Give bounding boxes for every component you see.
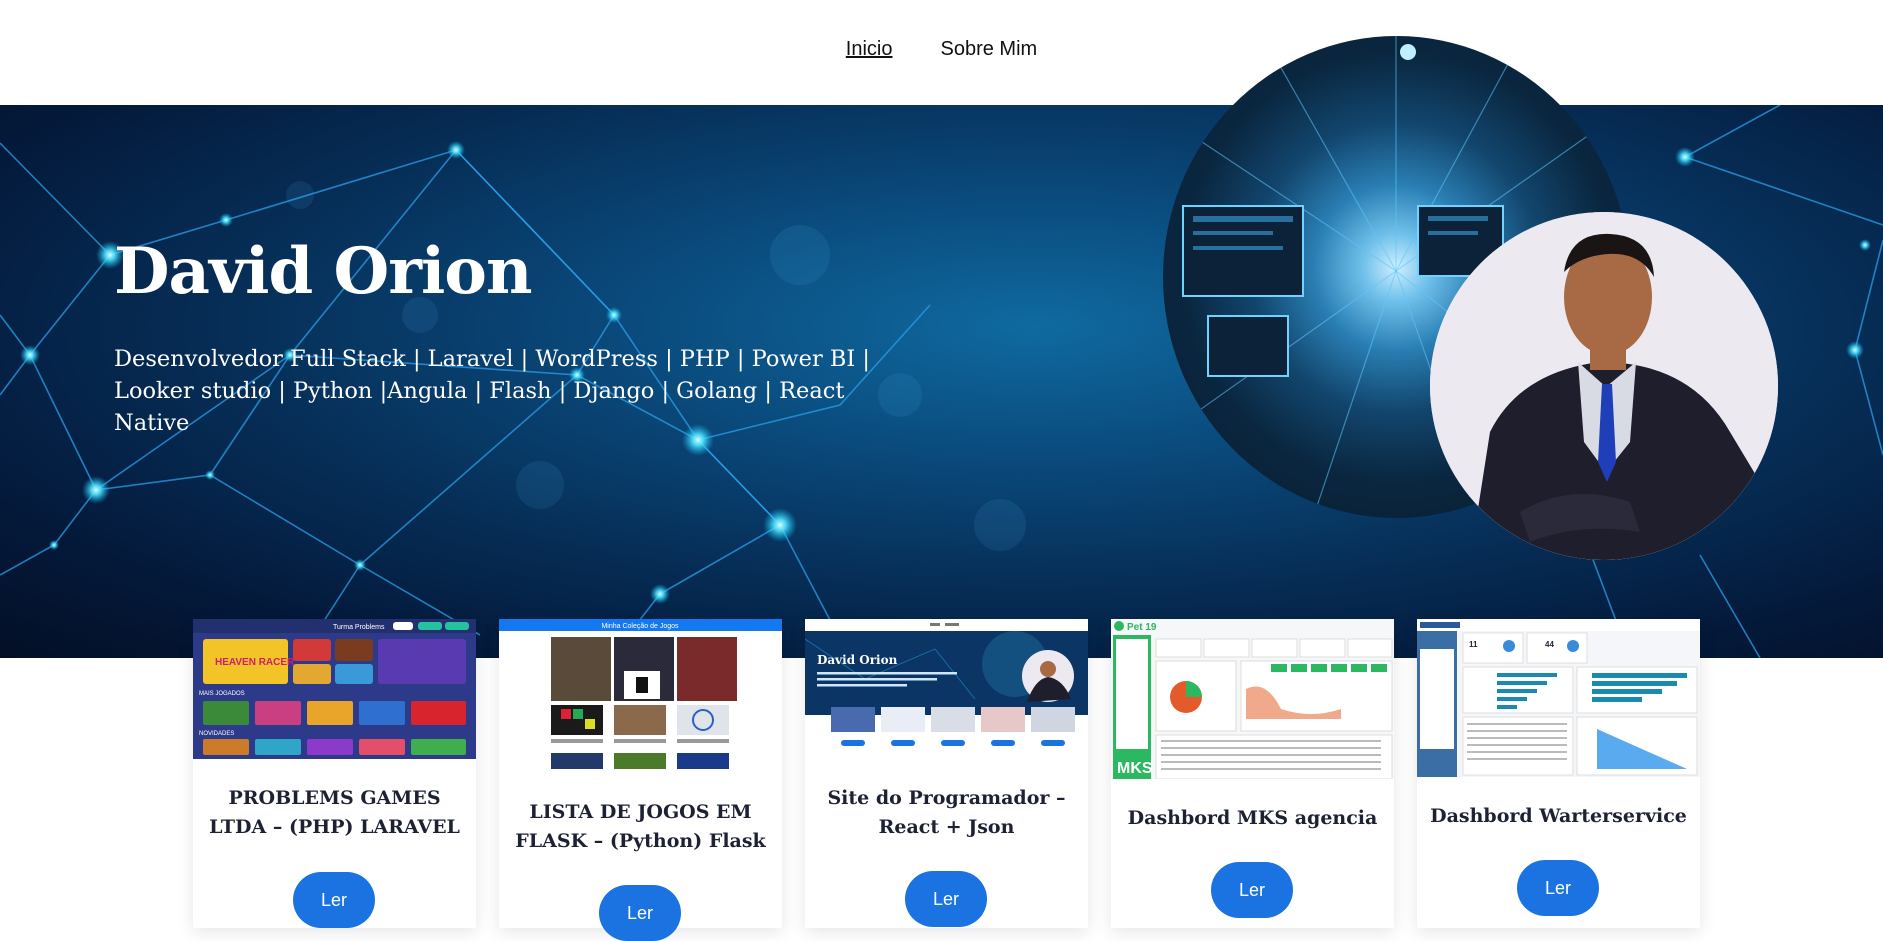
- thumb-kpi: 11: [1469, 640, 1478, 649]
- waterservice-dashboard-screenshot: 11 44: [1417, 619, 1700, 777]
- thumb-title: David Orion: [817, 653, 898, 667]
- thumb-section-label: NOVIDADES: [199, 731, 234, 737]
- top-nav: Inicio Sobre Mim: [0, 0, 1883, 105]
- thumb-kpi: 44: [1545, 640, 1554, 649]
- portfolio-card: 11 44 Dashbord Warterservice Ler: [1417, 619, 1700, 928]
- portfolio-card: Minha Coleção de Jogos LISTA DE JOGOS EM: [499, 619, 782, 941]
- thumb-header: Minha Coleção de Jogos: [601, 623, 679, 630]
- profile-photo: [1430, 212, 1778, 560]
- card-thumbnail[interactable]: Minha Coleção de Jogos: [499, 619, 782, 769]
- thumb-logo: Pet 19: [1127, 622, 1157, 633]
- read-button[interactable]: Ler: [905, 871, 987, 927]
- hero-title: David Orion: [114, 234, 532, 309]
- person-illustration: [1430, 212, 1778, 560]
- card-thumbnail[interactable]: 11 44: [1417, 619, 1700, 777]
- thumb-logo: Turma Problems: [333, 624, 385, 631]
- portfolio-card: David Orion Site do Programador – React …: [805, 619, 1088, 928]
- read-button[interactable]: Ler: [293, 872, 375, 928]
- card-title[interactable]: Site do Programador – React + Json: [813, 784, 1080, 842]
- thumb-banner: HEAVEN RACER: [215, 657, 295, 668]
- card-title[interactable]: Dashbord MKS agencia: [1119, 804, 1386, 833]
- card-thumbnail[interactable]: David Orion: [805, 619, 1088, 749]
- thumb-section-label: MAIS JOGADOS: [199, 691, 245, 697]
- card-title[interactable]: LISTA DE JOGOS EM FLASK – (Python) Flask: [507, 798, 774, 856]
- read-button[interactable]: Ler: [1211, 862, 1293, 918]
- nav-link-inicio[interactable]: Inicio: [846, 38, 893, 61]
- portfolio-cards: Turma Problems HEAVEN RACER MAIS JOGADOS…: [0, 619, 1883, 941]
- developer-site-screenshot: David Orion: [805, 619, 1088, 746]
- portfolio-card: Pet 19 MKS Dashbord MKS agencia Ler: [1111, 619, 1394, 928]
- games-site-screenshot: Turma Problems HEAVEN RACER MAIS JOGADOS…: [193, 619, 476, 755]
- mks-dashboard-screenshot: Pet 19 MKS: [1111, 619, 1394, 779]
- hero-subtitle: Desenvolvedor Full Stack | Laravel | Wor…: [114, 346, 871, 436]
- card-thumbnail[interactable]: Turma Problems HEAVEN RACER MAIS JOGADOS…: [193, 619, 476, 759]
- card-title[interactable]: Dashbord Warterservice: [1425, 802, 1692, 831]
- flask-games-screenshot: Minha Coleção de Jogos: [499, 619, 782, 769]
- read-button[interactable]: Ler: [599, 885, 681, 941]
- thumb-brand: MKS: [1117, 760, 1153, 777]
- card-thumbnail[interactable]: Pet 19 MKS: [1111, 619, 1394, 779]
- read-button[interactable]: Ler: [1517, 860, 1599, 916]
- card-title[interactable]: PROBLEMS GAMES LTDA – (PHP) LARAVEL: [201, 784, 468, 842]
- portfolio-card: Turma Problems HEAVEN RACER MAIS JOGADOS…: [193, 619, 476, 928]
- nav-link-sobre-mim[interactable]: Sobre Mim: [941, 38, 1038, 61]
